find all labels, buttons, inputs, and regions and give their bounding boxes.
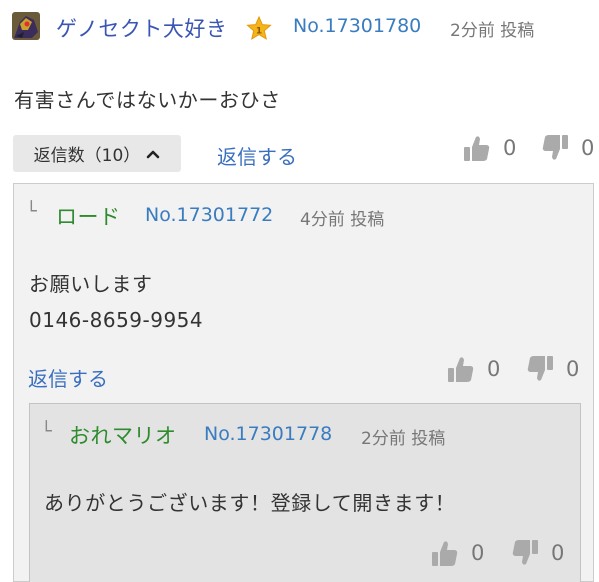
reply-post-number[interactable]: No.17301772	[145, 204, 273, 226]
star-rank-icon: 1	[246, 15, 272, 42]
reply-link[interactable]: 返信する	[28, 363, 108, 392]
avatar[interactable]	[12, 12, 40, 40]
thumbs-up-icon	[432, 541, 458, 566]
reply-body: ありがとうございます！登録して開きます！	[44, 491, 456, 515]
reply-time: 4分前 投稿	[300, 210, 385, 230]
chevron-up-icon	[147, 150, 160, 158]
reply-post-number[interactable]: No.17301778	[204, 423, 332, 445]
like-count: 0	[503, 136, 517, 160]
thumbs-down-icon	[542, 135, 568, 160]
reply-username[interactable]: おれマリオ	[69, 420, 177, 450]
post-time: 2分前 投稿	[450, 21, 535, 41]
dislike-count: 0	[566, 357, 580, 381]
like-count: 0	[487, 357, 501, 381]
reply-count-label: 返信数（10）	[33, 146, 141, 166]
genesect-avatar-icon	[12, 12, 40, 40]
thumbs-up-icon	[448, 357, 474, 382]
reply-count-toggle[interactable]: 返信数（10）	[13, 135, 181, 172]
thumbs-down-icon	[527, 356, 553, 381]
reply-body-line: お願いします	[29, 272, 153, 296]
dislike-button[interactable]: 0	[526, 354, 579, 384]
post-number[interactable]: No.17301780	[293, 15, 421, 37]
like-button[interactable]: 0	[463, 133, 516, 163]
tree-branch-mark: └	[41, 421, 52, 442]
like-button[interactable]: 0	[431, 538, 484, 568]
reply-username[interactable]: ロード	[56, 201, 121, 231]
thumbs-down-icon	[512, 540, 538, 565]
post-body: 有害さんではないかーおひさ	[14, 88, 281, 112]
thumbs-up-icon	[464, 136, 490, 161]
dislike-count: 0	[581, 136, 595, 160]
dislike-button[interactable]: 0	[511, 538, 564, 568]
like-button[interactable]: 0	[447, 354, 500, 384]
reply-body-line: 0146-8659-9954	[29, 308, 204, 332]
post-username[interactable]: ゲノセクト大好き	[56, 13, 227, 43]
reply-link[interactable]: 返信する	[217, 141, 297, 170]
like-count: 0	[471, 541, 485, 565]
rank-number: 1	[256, 27, 262, 37]
reply-time: 2分前 投稿	[361, 429, 446, 449]
dislike-count: 0	[551, 541, 565, 565]
tree-branch-mark: └	[26, 201, 37, 222]
dislike-button[interactable]: 0	[541, 133, 594, 163]
